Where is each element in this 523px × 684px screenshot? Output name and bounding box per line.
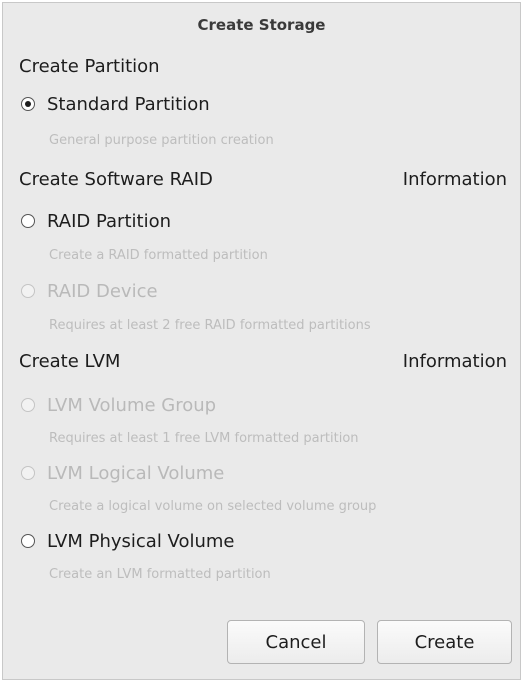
lvm-physical-volume-description: Create an LVM formatted partition — [49, 567, 271, 582]
raid-partition-label: RAID Partition — [47, 210, 171, 232]
radio-disabled-icon — [21, 398, 35, 412]
radio-selected-icon[interactable] — [21, 97, 35, 111]
lvm-logical-volume-description: Create a logical volume on selected volu… — [49, 499, 377, 514]
lvm-information-link[interactable]: Information — [403, 351, 510, 372]
lvm-section-heading: Create LVM Information — [19, 339, 510, 383]
dialog-body: Create Partition Standard Partition Gene… — [3, 47, 520, 587]
create-button[interactable]: Create — [377, 620, 512, 664]
partition-heading-label: Create Partition — [19, 55, 160, 77]
radio-lvm-volume-group: LVM Volume Group — [19, 383, 510, 427]
lvm-physical-volume-label: LVM Physical Volume — [47, 530, 235, 552]
radio-lvm-logical-volume: LVM Logical Volume — [19, 451, 510, 495]
lvm-heading-label: Create LVM — [19, 350, 121, 372]
dialog-title: Create Storage — [197, 16, 326, 34]
radio-standard-partition[interactable]: Standard Partition — [19, 85, 510, 123]
radio-disabled-icon — [21, 284, 35, 298]
radio-unselected-icon[interactable] — [21, 214, 35, 228]
raid-heading-label: Create Software RAID — [19, 168, 213, 190]
raid-device-label: RAID Device — [47, 280, 158, 302]
radio-disabled-icon — [21, 466, 35, 480]
lvm-logical-volume-label: LVM Logical Volume — [47, 462, 225, 484]
raid-partition-description: Create a RAID formatted partition — [49, 248, 268, 263]
lvm-volume-group-description: Requires at least 1 free LVM formatted p… — [49, 431, 359, 446]
raid-device-description: Requires at least 2 free RAID formatted … — [49, 318, 371, 333]
standard-partition-description: General purpose partition creation — [49, 133, 274, 148]
radio-raid-device: RAID Device — [19, 269, 510, 313]
lvm-volume-group-label: LVM Volume Group — [47, 394, 217, 416]
create-storage-dialog: Create Storage Create Partition Standard… — [2, 2, 521, 680]
radio-lvm-physical-volume[interactable]: LVM Physical Volume — [19, 519, 510, 563]
cancel-button[interactable]: Cancel — [227, 620, 365, 664]
standard-partition-label: Standard Partition — [47, 93, 210, 115]
radio-unselected-icon[interactable] — [21, 534, 35, 548]
raid-section-heading: Create Software RAID Information — [19, 159, 510, 199]
dialog-button-row: Cancel Create — [227, 620, 512, 664]
raid-information-link[interactable]: Information — [403, 169, 510, 190]
partition-section-heading: Create Partition — [19, 47, 510, 85]
radio-raid-partition[interactable]: RAID Partition — [19, 199, 510, 243]
